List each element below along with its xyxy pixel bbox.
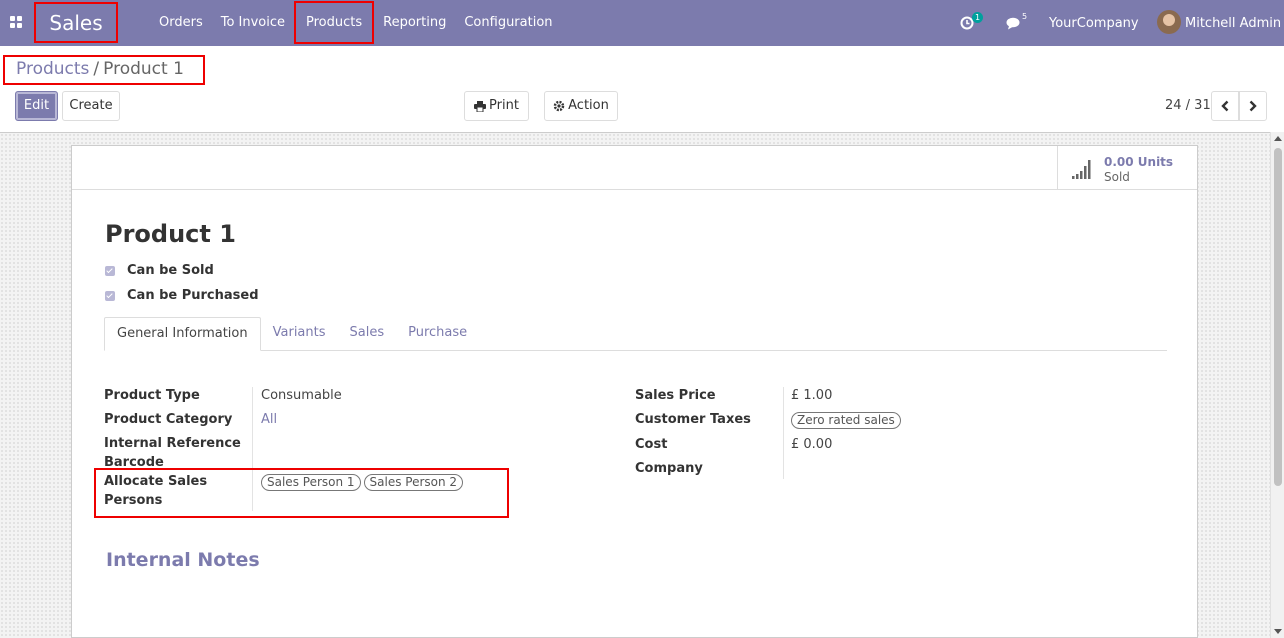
form-sheet: 0.00 Units Sold Product 1 Can be Sold Ca… — [71, 145, 1198, 638]
units-sold-value: 0.00 Units — [1104, 155, 1174, 169]
action-label: Action — [568, 98, 609, 113]
customer-taxes-label: Customer Taxes — [635, 412, 751, 427]
pager-next-button[interactable] — [1239, 91, 1267, 121]
print-button[interactable]: Print — [464, 91, 529, 121]
internal-reference-label: Internal Reference — [104, 436, 241, 451]
tax-tag[interactable]: Zero rated sales — [791, 412, 901, 429]
menu-products[interactable]: Products — [294, 1, 375, 44]
allocate-highlight-box — [94, 468, 509, 518]
messages-button[interactable] — [1006, 0, 1021, 46]
pager-previous-button[interactable] — [1211, 91, 1239, 121]
printer-icon — [474, 100, 487, 112]
scrollbar-thumb[interactable] — [1274, 148, 1282, 486]
smart-button-box: 0.00 Units Sold — [72, 146, 1197, 190]
app-name[interactable]: Sales — [34, 2, 118, 43]
company-label: Company — [635, 461, 703, 476]
main-menu: Orders To Invoice Products Reporting Con… — [150, 0, 562, 46]
internal-notes-heading: Internal Notes — [106, 549, 260, 571]
gear-icon — [553, 100, 565, 112]
menu-reporting[interactable]: Reporting — [374, 0, 455, 46]
sales-price-field[interactable]: £ 1.00 — [791, 386, 832, 405]
activity-count-badge: 1 — [972, 12, 984, 23]
sales-price-label: Sales Price — [635, 388, 716, 403]
user-avatar[interactable] — [1157, 10, 1181, 34]
tab-general-information[interactable]: General Information — [104, 317, 261, 351]
chat-icon — [1006, 17, 1020, 29]
units-sold-label: Sold — [1104, 170, 1130, 184]
print-label: Print — [489, 98, 519, 113]
product-name[interactable]: Product 1 — [105, 220, 236, 248]
activity-button[interactable] — [960, 0, 974, 46]
product-type-field[interactable]: Consumable — [261, 386, 342, 405]
menu-configuration[interactable]: Configuration — [455, 0, 561, 46]
can-be-sold-row: Can be Sold — [105, 263, 214, 278]
create-button[interactable]: Create — [62, 91, 120, 121]
product-type-label: Product Type — [104, 388, 200, 403]
form-tabs: General Information Variants Sales Purch… — [104, 317, 1167, 351]
customer-taxes-field[interactable]: Zero rated sales — [791, 411, 904, 430]
can-be-sold-checkbox[interactable] — [105, 265, 115, 276]
right-group-divider — [783, 387, 784, 479]
cost-label: Cost — [635, 437, 668, 452]
tab-purchase[interactable]: Purchase — [396, 317, 479, 351]
scroll-up-arrow-icon[interactable] — [1274, 136, 1282, 141]
menu-orders[interactable]: Orders — [150, 0, 212, 46]
can-be-sold-label: Can be Sold — [127, 263, 214, 278]
tab-sales[interactable]: Sales — [338, 317, 397, 351]
can-be-purchased-label: Can be Purchased — [127, 288, 259, 303]
product-category-field[interactable]: All — [261, 410, 277, 429]
can-be-purchased-checkbox[interactable] — [105, 290, 115, 301]
scroll-down-arrow-icon[interactable] — [1274, 629, 1282, 634]
apps-menu-icon[interactable] — [10, 16, 22, 28]
edit-button[interactable]: Edit — [15, 91, 58, 121]
pager-value[interactable]: 24 / 31 — [1165, 98, 1211, 113]
breadcrumb-separator: / — [93, 59, 100, 79]
menu-to-invoice[interactable]: To Invoice — [212, 0, 294, 46]
product-category-label: Product Category — [104, 412, 233, 427]
user-menu[interactable]: Mitchell Admin — [1185, 0, 1281, 46]
vertical-scrollbar[interactable] — [1270, 132, 1284, 638]
units-sold-button[interactable]: 0.00 Units Sold — [1057, 146, 1197, 189]
breadcrumb: Products / Product 1 — [3, 55, 205, 85]
can-be-purchased-row: Can be Purchased — [105, 288, 259, 303]
chevron-right-icon — [1249, 100, 1257, 112]
messages-count: 5 — [1022, 12, 1028, 21]
signal-bars-icon — [1072, 160, 1091, 179]
company-switcher[interactable]: YourCompany — [1049, 0, 1139, 46]
tab-variants[interactable]: Variants — [261, 317, 338, 351]
cost-field[interactable]: £ 0.00 — [791, 435, 832, 454]
chevron-left-icon — [1221, 100, 1229, 112]
breadcrumb-current: Product 1 — [103, 59, 184, 79]
top-navbar: Sales Orders To Invoice Products Reporti… — [0, 0, 1284, 46]
action-button[interactable]: Action — [544, 91, 618, 121]
breadcrumb-products-link[interactable]: Products — [16, 59, 89, 79]
